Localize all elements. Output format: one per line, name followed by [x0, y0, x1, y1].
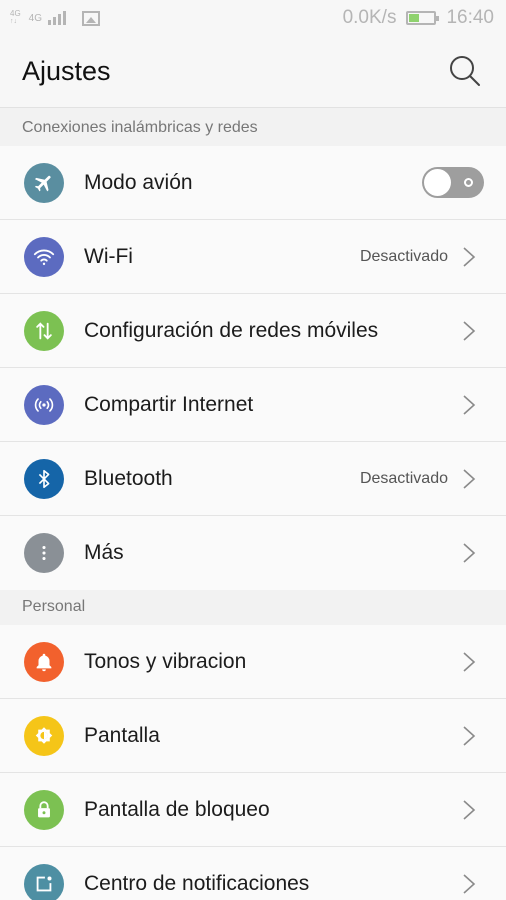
battery-icon — [406, 11, 440, 25]
network-speed: 0.0K/s — [342, 7, 397, 28]
settings-item-label: Tonos y vibracion — [84, 649, 247, 673]
settings-item-label: Compartir Internet — [84, 392, 254, 416]
bell-icon — [24, 641, 64, 682]
hotspot-icon — [24, 384, 64, 425]
search-icon — [450, 55, 480, 86]
personal-settings-list: Tonos y vibracion Pantalla Pantalla de b… — [0, 625, 506, 900]
settings-item-mobile-networks[interactable]: Configuración de redes móviles — [0, 294, 506, 368]
status-bar: 4G ↑↓ 4G 0.0K/s 16:40 — [0, 0, 506, 36]
settings-item-sounds[interactable]: Tonos y vibracion — [0, 625, 506, 699]
settings-item-notifications[interactable]: Centro de notificaciones — [0, 847, 506, 900]
chevron-right-icon — [463, 246, 476, 267]
settings-item-wifi[interactable]: Wi-Fi Desactivado — [0, 220, 506, 294]
chevron-right-icon — [463, 320, 476, 341]
status-left: 4G ↑↓ 4G — [10, 9, 101, 26]
app-header: Ajustes — [0, 36, 506, 108]
chevron-right-icon — [463, 651, 476, 672]
chevron-right-icon — [463, 468, 476, 489]
settings-item-lock-screen[interactable]: Pantalla de bloqueo — [0, 773, 506, 847]
settings-item-airplane-mode[interactable]: Modo avión — [0, 146, 506, 220]
bluetooth-icon — [24, 458, 64, 499]
page-title: Ajustes — [22, 56, 111, 86]
settings-item-display[interactable]: Pantalla — [0, 699, 506, 773]
settings-item-more[interactable]: Más — [0, 516, 506, 590]
chevron-right-icon — [463, 394, 476, 415]
status-right: 0.0K/s 16:40 — [343, 7, 494, 29]
airplane-icon — [24, 162, 64, 203]
settings-item-label: Configuración de redes móviles — [84, 318, 379, 342]
section-label-personal: Personal — [22, 597, 86, 615]
airplane-mode-toggle[interactable] — [422, 167, 484, 198]
settings-item-label: Centro de notificaciones — [84, 872, 310, 895]
chevron-right-icon — [463, 874, 476, 894]
settings-item-label: Pantalla de bloqueo — [84, 797, 270, 821]
chevron-right-icon — [463, 543, 476, 563]
more-icon — [24, 533, 64, 573]
settings-item-label: Modo avión — [84, 170, 193, 194]
mobile-data-icon — [24, 310, 64, 351]
search-button[interactable] — [448, 54, 484, 90]
wifi-icon — [24, 236, 64, 277]
notification-icon — [24, 864, 64, 900]
wireless-settings-list: Modo avión Wi-Fi Desactivado Configuraci… — [0, 146, 506, 590]
chevron-right-icon — [463, 725, 476, 746]
lock-icon — [24, 789, 64, 830]
settings-item-tethering[interactable]: Compartir Internet — [0, 368, 506, 442]
brightness-icon — [24, 715, 64, 756]
wifi-status: Desactivado — [359, 247, 448, 265]
gallery-icon — [82, 10, 101, 26]
settings-item-bluetooth[interactable]: Bluetooth Desactivado — [0, 442, 506, 516]
clock: 16:40 — [446, 7, 494, 28]
signal-label-main: 4G — [28, 12, 43, 24]
signal-labels: 4G ↑↓ — [10, 9, 21, 26]
signal-label-top: 4G — [10, 9, 21, 18]
settings-item-label: Bluetooth — [84, 466, 173, 490]
settings-item-label: Pantalla — [84, 723, 160, 747]
signal-icon — [48, 11, 67, 25]
bluetooth-status: Desactivado — [359, 469, 448, 487]
chevron-right-icon — [463, 799, 476, 820]
settings-item-label: Más — [84, 541, 124, 564]
section-label-wireless: Conexiones inalámbricas y redes — [22, 118, 258, 136]
settings-item-label: Wi-Fi — [84, 244, 133, 268]
